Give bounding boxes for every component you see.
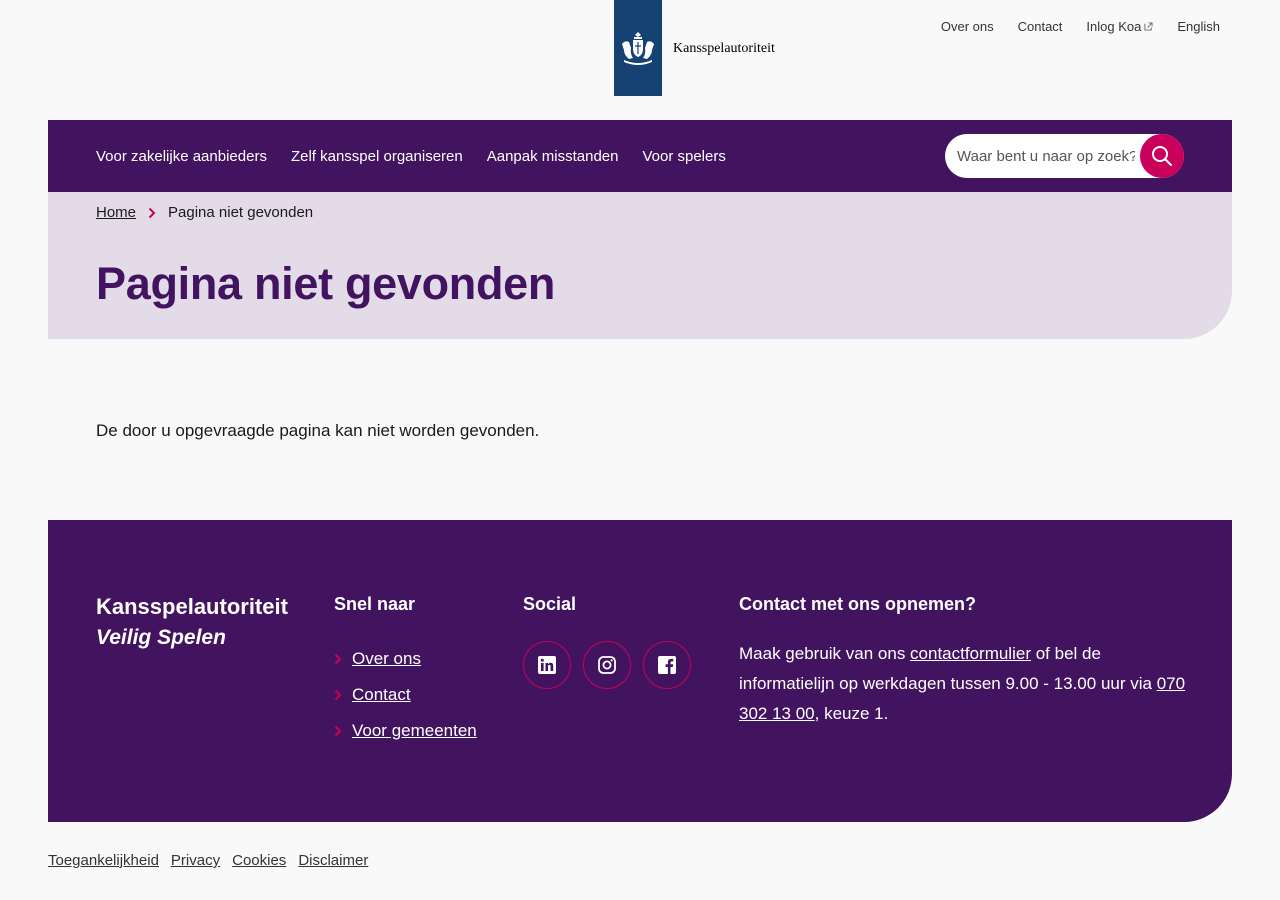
legal-link-disclaimer[interactable]: Disclaimer (298, 852, 368, 869)
footer-contact-title: Contact met ons opnemen? (739, 594, 977, 614)
site-footer: Kansspelautoriteit Veilig Spelen Snel na… (48, 520, 1232, 822)
search-input[interactable] (945, 147, 1135, 165)
main-nav: Voor zakelijke aanbieders Zelf kansspel … (48, 120, 1232, 192)
utility-link-inlog-koa[interactable]: Inlog Koa (1086, 19, 1153, 34)
footer-brand-name: Kansspelautoriteit (96, 594, 288, 619)
contact-text-pre: Maak gebruik van ons (739, 644, 911, 663)
footer-link-label: Voor gemeenten (352, 721, 477, 740)
chevron-right-icon (148, 207, 156, 219)
utility-link-english[interactable]: English (1177, 19, 1220, 34)
footer-brand: Kansspelautoriteit Veilig Spelen (96, 594, 288, 650)
nav-item-zakelijke-aanbieders[interactable]: Voor zakelijke aanbieders (96, 148, 267, 165)
logo-band (614, 0, 662, 96)
footer-contact: Contact met ons opnemen? Maak gebruik va… (739, 594, 1199, 729)
utility-link-contact[interactable]: Contact (1018, 19, 1063, 34)
utility-nav: Over ons Contact Inlog Koa English (941, 19, 1220, 34)
legal-links: Toegankelijkheid Privacy Cookies Disclai… (48, 852, 368, 869)
coat-of-arms-icon (622, 32, 654, 65)
logo-text: Kansspelautoriteit (673, 41, 775, 56)
footer-social: Social (523, 594, 691, 689)
legal-link-toegankelijkheid[interactable]: Toegankelijkheid (48, 852, 159, 869)
footer-link-label: Over ons (352, 649, 421, 668)
breadcrumb-home[interactable]: Home (96, 204, 136, 221)
search-box (945, 134, 1184, 178)
linkedin-icon (538, 656, 556, 674)
main-nav-links: Voor zakelijke aanbieders Zelf kansspel … (96, 148, 726, 165)
breadcrumb-current: Pagina niet gevonden (168, 204, 314, 221)
nav-item-aanpak-misstanden[interactable]: Aanpak misstanden (487, 148, 619, 165)
chevron-right-icon (334, 689, 352, 701)
contact-text-post: , keuze 1. (814, 704, 889, 723)
chevron-right-icon (334, 725, 352, 737)
external-link-icon (1144, 22, 1153, 31)
footer-link-contact[interactable]: Contact (334, 677, 477, 713)
footer-social-title: Social (523, 594, 577, 614)
footer-link-label: Contact (352, 685, 411, 704)
breadcrumb: Home Pagina niet gevonden (96, 204, 313, 221)
footer-quick-links-title: Snel naar (334, 594, 416, 614)
footer-brand-tagline: Veilig Spelen (96, 626, 226, 649)
instagram-icon (598, 656, 616, 674)
legal-link-cookies[interactable]: Cookies (232, 852, 286, 869)
top-header: Kansspelautoriteit Over ons Contact Inlo… (0, 0, 1280, 120)
footer-link-voor-gemeenten[interactable]: Voor gemeenten (334, 713, 477, 749)
instagram-button[interactable] (583, 641, 631, 689)
legal-link-privacy[interactable]: Privacy (171, 852, 220, 869)
utility-link-over-ons[interactable]: Over ons (941, 19, 994, 34)
facebook-button[interactable] (643, 641, 691, 689)
contact-form-link[interactable]: contactformulier (910, 644, 1031, 663)
search-button[interactable] (1140, 134, 1184, 178)
linkedin-button[interactable] (523, 641, 571, 689)
not-found-message: De door u opgevraagde pagina kan niet wo… (96, 421, 540, 440)
search-icon (1152, 146, 1172, 166)
nav-item-voor-spelers[interactable]: Voor spelers (642, 148, 725, 165)
footer-contact-text: Maak gebruik van ons contactformulier of… (739, 639, 1199, 729)
nav-item-zelf-kansspel[interactable]: Zelf kansspel organiseren (291, 148, 463, 165)
page-hero: Home Pagina niet gevonden Pagina niet ge… (48, 192, 1232, 339)
site-logo[interactable]: Kansspelautoriteit (614, 0, 775, 96)
page-title: Pagina niet gevonden (96, 258, 556, 309)
facebook-icon (658, 656, 676, 674)
footer-quick-links: Snel naar Over ons Contact Voor gemeente… (334, 594, 477, 749)
chevron-right-icon (334, 653, 352, 665)
utility-link-inlog-koa-label: Inlog Koa (1086, 19, 1142, 34)
footer-link-over-ons[interactable]: Over ons (334, 641, 477, 677)
